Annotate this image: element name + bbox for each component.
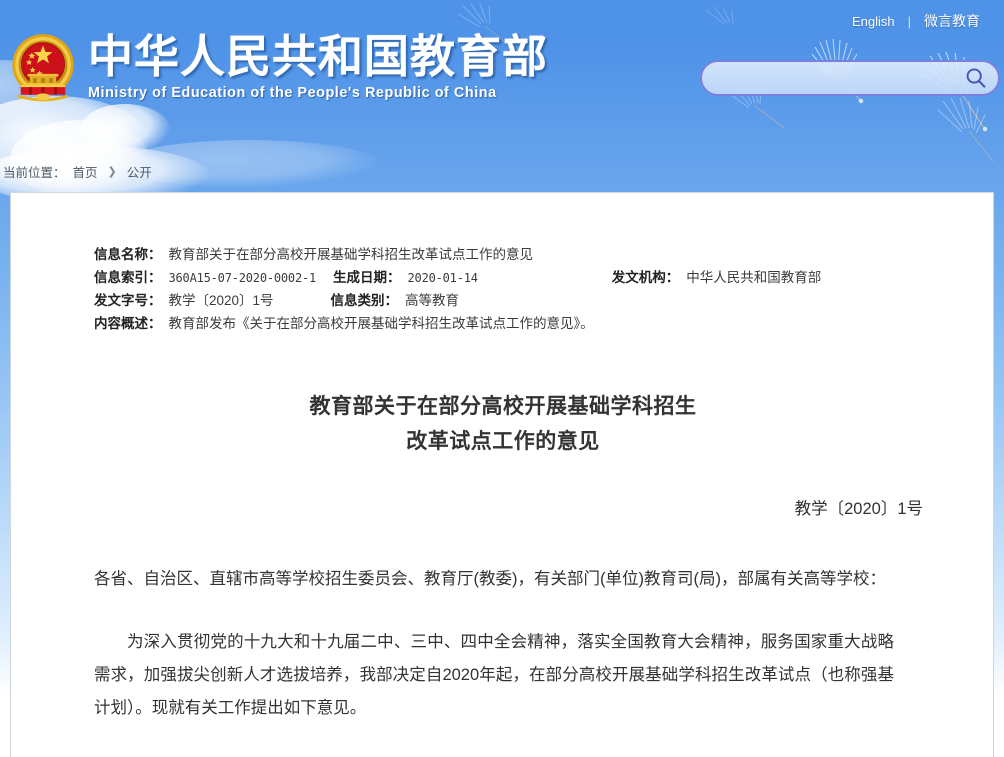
document-title-line2: 改革试点工作的意见	[406, 430, 600, 453]
site-title-cn: 中华人民共和国教育部	[88, 31, 549, 82]
meta-value-info-index: 360A15-07-2020-0002-1	[168, 271, 317, 285]
document-recipients: 各省、自治区、直辖市高等学校招生委员会、教育厅(教委)，有关部门(单位)教育司(…	[94, 570, 886, 588]
meta-label-doc-number: 发文字号：	[94, 293, 162, 308]
site-title-block: 中华人民共和国教育部 Ministry of Education of the …	[88, 31, 549, 101]
breadcrumb-item-public[interactable]: 公开	[124, 162, 155, 181]
meta-value-info-category: 高等教育	[405, 293, 460, 308]
document-metadata: 信息名称： 教育部关于在部分高校开展基础学科招生改革试点工作的意见 信息索引： …	[94, 243, 924, 335]
meta-label-issuing-agency: 发文机构：	[611, 270, 680, 285]
meta-row: 发文字号： 教学〔2020〕1号 信息类别： 高等教育	[94, 289, 924, 312]
search-input[interactable]	[702, 62, 954, 94]
search-button[interactable]	[954, 62, 998, 94]
utility-links: English | 微言教育	[852, 11, 980, 31]
meta-row: 信息名称： 教育部关于在部分高校开展基础学科招生改革试点工作的意见	[94, 243, 924, 266]
link-separator: |	[907, 13, 911, 29]
meta-label-created-date: 生成日期：	[333, 270, 401, 285]
breadcrumb: 当前位置： 首页 ❯ 公开	[0, 162, 1004, 181]
meta-value-doc-number: 教学〔2020〕1号	[168, 293, 274, 308]
chevron-right-icon: ❯	[107, 166, 117, 178]
meta-row: 信息索引： 360A15-07-2020-0002-1 生成日期： 2020-0…	[94, 266, 924, 289]
breadcrumb-label: 当前位置：	[3, 166, 66, 180]
search-icon	[966, 68, 986, 88]
meta-label-info-name: 信息名称：	[94, 247, 162, 262]
meta-row: 内容概述： 教育部发布《关于在部分高校开展基础学科招生改革试点工作的意见》。	[94, 312, 924, 335]
meta-label-summary: 内容概述：	[94, 316, 162, 331]
english-link[interactable]: English	[852, 14, 895, 29]
meta-value-summary: 教育部发布《关于在部分高校开展基础学科招生改革试点工作的意见》。	[168, 316, 594, 331]
document-body: 各省、自治区、直辖市高等学校招生委员会、教育厅(教委)，有关部门(单位)教育司(…	[94, 563, 894, 725]
site-header: 中华人民共和国教育部 Ministry of Education of the …	[0, 0, 1004, 150]
weiyan-jiaoyu-link[interactable]: 微言教育	[924, 11, 980, 31]
meta-value-created-date: 2020-01-14	[407, 271, 478, 285]
document-number: 教学〔2020〕1号	[794, 500, 923, 518]
breadcrumb-item-home[interactable]: 首页	[70, 162, 101, 181]
content-panel: 信息名称： 教育部关于在部分高校开展基础学科招生改革试点工作的意见 信息索引： …	[10, 192, 994, 757]
document-paragraph-1: 为深入贯彻党的十九大和十九届二中、三中、四中全会精神，落实全国教育大会精神，服务…	[94, 633, 894, 717]
meta-label-info-category: 信息类别：	[330, 293, 399, 308]
site-title-en: Ministry of Education of the People's Re…	[88, 84, 497, 101]
national-emblem-icon	[12, 34, 74, 102]
meta-label-info-index: 信息索引：	[94, 270, 162, 285]
search-box[interactable]	[700, 60, 1000, 96]
document-title-line1: 教育部关于在部分高校开展基础学科招生	[309, 395, 697, 418]
page-root: 中华人民共和国教育部 Ministry of Education of the …	[0, 0, 1004, 757]
meta-value-info-name: 教育部关于在部分高校开展基础学科招生改革试点工作的意见	[168, 247, 534, 262]
meta-value-issuing-agency: 中华人民共和国教育部	[686, 270, 822, 285]
document-title: 教育部关于在部分高校开展基础学科招生 改革试点工作的意见	[11, 389, 993, 459]
